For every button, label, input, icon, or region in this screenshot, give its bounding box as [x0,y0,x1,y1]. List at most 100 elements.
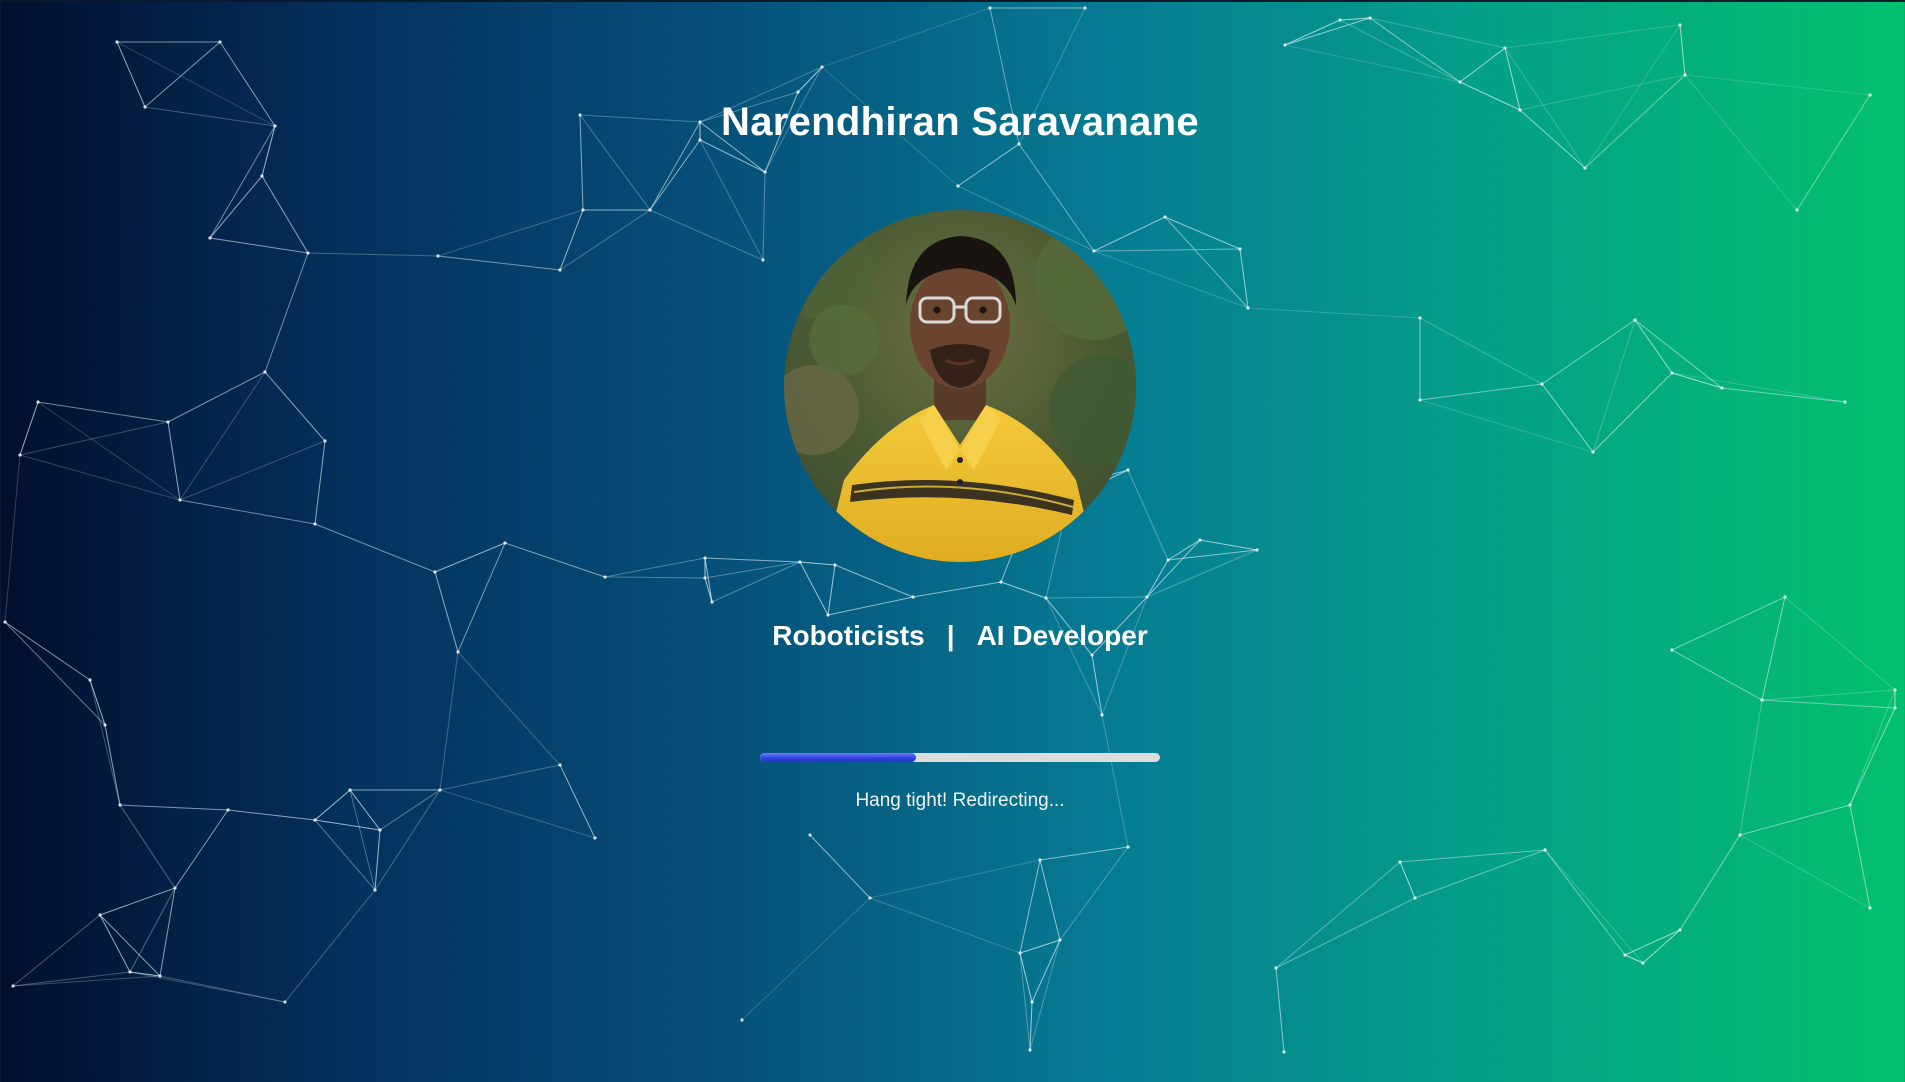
network-link [99,887,176,916]
network-node [740,1018,744,1022]
network-link [264,252,309,373]
network-link [1164,216,1241,250]
network-node [761,258,765,262]
network-link [1419,399,1594,453]
network-link [1093,216,1166,252]
network-link [284,889,376,1003]
network-link [1624,954,1644,964]
network-link [1039,846,1129,861]
network-node [218,40,222,44]
network-node [1126,845,1130,849]
network-node [11,984,15,988]
role-separator: | [946,620,955,651]
profile-photo-icon [784,210,1136,562]
network-node [313,522,317,526]
network-link [1592,372,1673,453]
network-link [1045,597,1103,716]
network-link [1739,834,1871,909]
network-link [799,561,829,616]
network-node [263,370,267,374]
network-node [1028,1048,1032,1052]
network-link [1000,581,1047,599]
network-link [1199,539,1258,551]
network-link [144,41,221,108]
network-link [439,651,459,791]
network-node [1166,558,1170,562]
network-link [762,171,766,261]
network-node [763,170,767,174]
network-link [1146,549,1258,598]
network-node [826,613,830,617]
network-node [833,563,837,567]
network-node [1540,382,1544,386]
network-node [1145,595,1149,599]
network-link [37,401,169,423]
network-node [1683,73,1687,77]
network-link [1419,383,1543,401]
roles-line: Roboticists | AI Developer [0,620,1905,652]
network-link [559,209,651,271]
network-link [167,371,266,423]
network-link [821,7,991,68]
network-node [1018,951,1022,955]
network-link [704,561,801,579]
progress-bar [760,753,1160,762]
network-link [1146,539,1201,598]
network-link [314,523,436,573]
network-node [313,818,317,822]
network-node [98,913,102,917]
network-node [593,836,597,840]
network-node [323,439,327,443]
network-link [19,401,39,456]
network-node [178,498,182,502]
network-node [710,600,714,604]
network-node [1543,848,1547,852]
network-link [1642,929,1681,964]
network-node [1030,1000,1034,1004]
network-node [1126,468,1130,472]
network-node [1044,596,1048,600]
network-link [912,581,1002,598]
network-link [4,454,21,623]
network-node [166,420,170,424]
network-node [581,208,585,212]
network-link [437,209,584,257]
network-link [1504,24,1681,49]
network-node [558,763,562,767]
network-node [1092,249,1096,253]
network-node [1678,928,1682,932]
network-node [1246,306,1250,310]
network-node [1583,166,1587,170]
network-node [558,268,562,272]
network-link [869,897,1021,954]
network-link [1721,387,1846,403]
network-link [209,237,309,254]
network-node [1274,966,1278,970]
profile-avatar [784,210,1136,562]
network-link [1059,846,1129,941]
network-node [868,896,872,900]
network-link [1284,17,1371,46]
network-link [1091,654,1103,716]
network-link [1164,216,1249,309]
network-node [1893,706,1897,710]
network-node [1458,80,1462,84]
network-link [1761,689,1896,701]
network-link [167,421,181,501]
network-link [559,209,584,271]
network-link [179,371,266,501]
network-node [1670,371,1674,375]
network-link [711,561,801,603]
network-link [1849,689,1896,806]
network-link [809,834,871,899]
network-link [179,440,326,501]
network-node [503,541,507,545]
network-node [1591,450,1595,454]
network-link [1544,849,1644,964]
network-node [1623,953,1627,957]
page-title: Narendhiran Saravanane [721,100,1199,144]
network-link [869,859,1041,899]
network-link [1584,24,1681,169]
network-link [1624,929,1681,956]
network-link [1592,319,1636,453]
